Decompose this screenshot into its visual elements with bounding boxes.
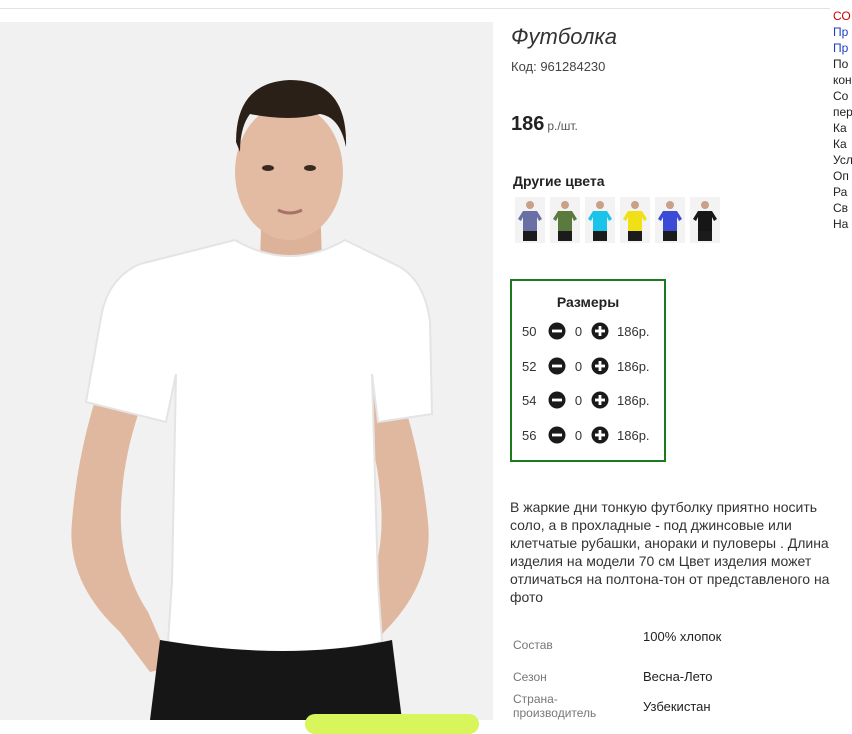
spec-label: Страна-производитель (513, 692, 597, 720)
side-menu-item[interactable]: Пр (833, 40, 852, 56)
size-price: 186р. (617, 358, 650, 374)
product-price: 186 р./шт. (511, 113, 578, 136)
product-description: В жаркие дни тонкую футболку приятно нос… (510, 499, 830, 605)
size-label: 52 (522, 358, 537, 374)
size-price: 186р. (617, 392, 650, 408)
minus-circle-icon[interactable] (548, 357, 566, 375)
side-menu-item[interactable]: Св (833, 200, 852, 216)
color-swatch-black[interactable] (690, 197, 720, 243)
plus-circle-icon[interactable] (591, 426, 609, 444)
size-price: 186р. (617, 427, 650, 443)
side-menu-item[interactable]: Пр (833, 24, 852, 40)
plus-circle-icon[interactable] (591, 357, 609, 375)
plus-circle-icon[interactable] (591, 322, 609, 340)
color-swatches (515, 197, 720, 243)
other-colors-heading: Другие цвета (513, 173, 605, 189)
plus-circle-icon[interactable] (591, 391, 609, 409)
size-label: 54 (522, 392, 537, 408)
side-menu-item[interactable]: кон (833, 72, 852, 88)
color-swatch-grey-blue[interactable] (515, 197, 545, 243)
color-swatch-olive[interactable] (550, 197, 580, 243)
spec-value: Весна-Лето (643, 669, 713, 684)
side-menu-item[interactable]: пер (833, 104, 852, 120)
minus-circle-icon[interactable] (548, 391, 566, 409)
size-price: 186р. (617, 323, 650, 339)
minus-circle-icon[interactable] (548, 426, 566, 444)
top-divider (0, 8, 830, 9)
size-label: 50 (522, 323, 537, 339)
color-swatch-blue[interactable] (655, 197, 685, 243)
minus-circle-icon[interactable] (548, 322, 566, 340)
side-menu-item[interactable]: СО (833, 8, 852, 24)
size-label: 56 (522, 427, 537, 443)
size-row: 54 0 186р. (522, 390, 650, 410)
color-swatch-cyan[interactable] (585, 197, 615, 243)
quantity-value: 0 (574, 392, 583, 408)
side-menu-item[interactable]: Ра (833, 184, 852, 200)
side-menu: СО Пр Пр По кон Со пер Ка Ка Усл Оп Ра С… (833, 8, 852, 232)
side-menu-item[interactable]: Ка (833, 120, 852, 136)
promo-banner[interactable] (305, 714, 479, 734)
side-menu-item[interactable]: Оп (833, 168, 852, 184)
side-menu-item[interactable]: По (833, 56, 852, 72)
side-menu-item[interactable]: Ка (833, 136, 852, 152)
size-row: 52 0 186р. (522, 356, 650, 376)
product-title: Футболка (511, 24, 617, 49)
product-photo-image (0, 22, 493, 720)
product-code: Код: 961284230 (511, 59, 606, 74)
product-photo[interactable] (0, 22, 493, 720)
sizes-heading: Размеры (556, 294, 620, 310)
price-value: 186 (511, 113, 545, 135)
spec-value: Узбекистан (643, 699, 711, 714)
size-row: 56 0 186р. (522, 425, 650, 445)
side-menu-item[interactable]: На (833, 216, 852, 232)
side-menu-item[interactable]: Со (833, 88, 852, 104)
spec-label: Состав (513, 638, 553, 652)
color-swatch-yellow[interactable] (620, 197, 650, 243)
side-menu-item[interactable]: Усл (833, 152, 852, 168)
price-unit: р./шт. (547, 119, 578, 133)
spec-label: Сезон (513, 670, 547, 684)
quantity-value: 0 (574, 427, 583, 443)
spec-value: 100% хлопок (643, 629, 722, 644)
sizes-panel: Размеры 50 0 186р. 52 0 186р. 54 0 186р.… (510, 279, 666, 462)
quantity-value: 0 (574, 323, 583, 339)
quantity-value: 0 (574, 358, 583, 374)
size-row: 50 0 186р. (522, 321, 650, 341)
